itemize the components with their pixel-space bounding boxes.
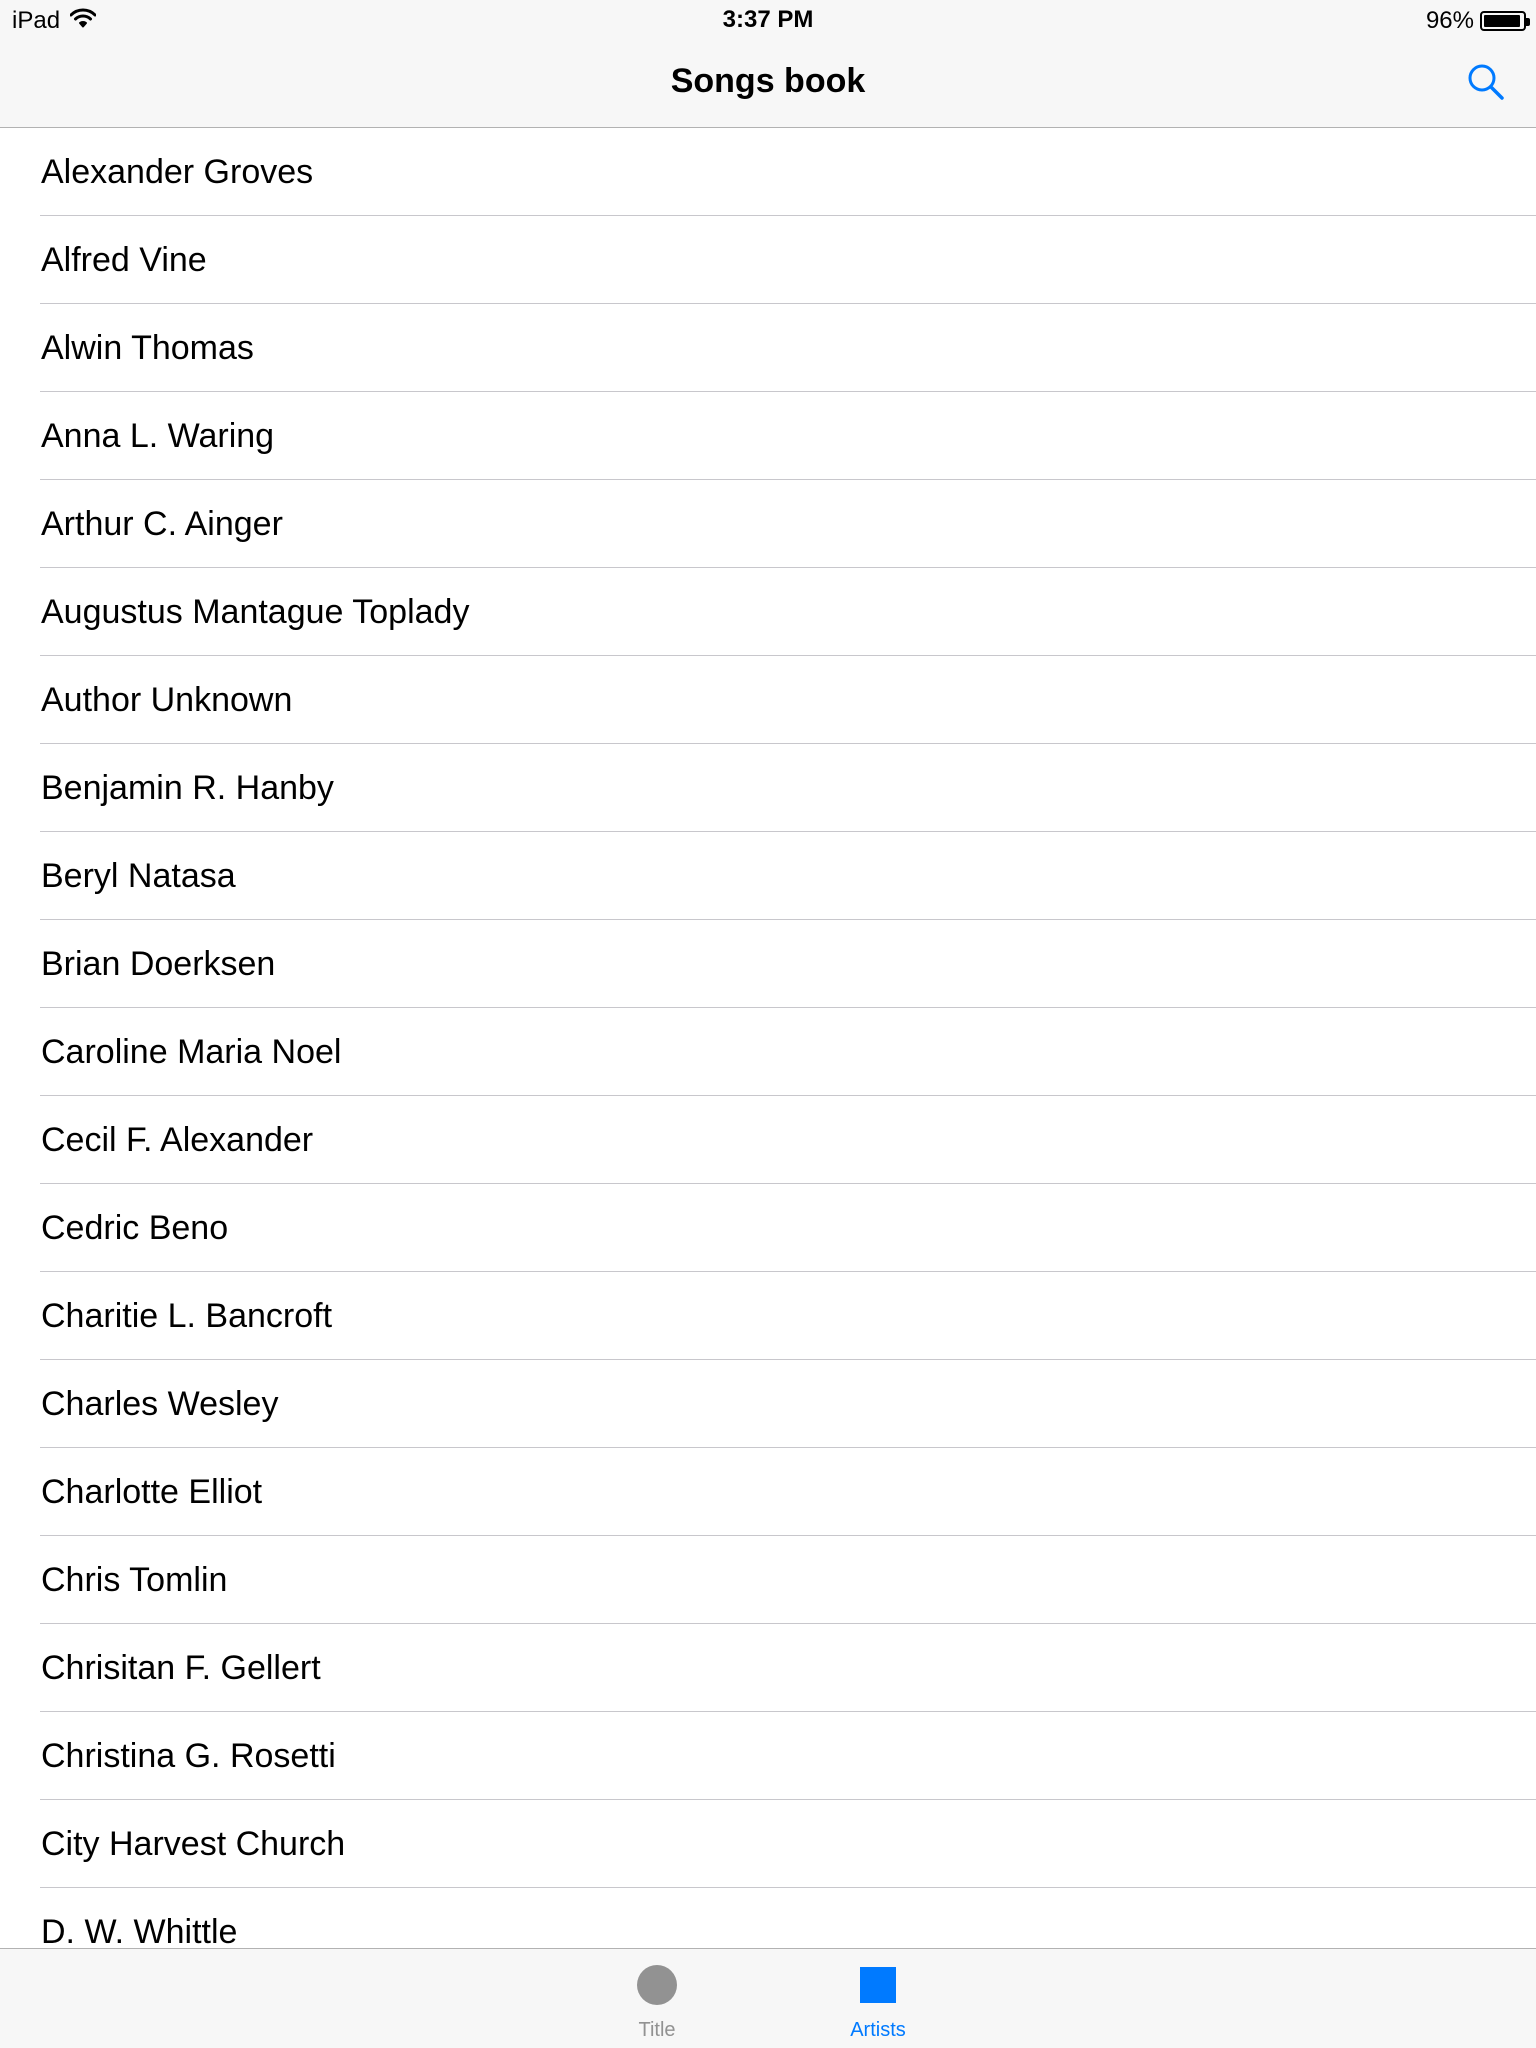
circle-icon: [637, 1965, 677, 2005]
artist-name: Cecil F. Alexander: [41, 1121, 314, 1159]
artist-name: Brian Doerksen: [41, 945, 276, 983]
status-bar: iPad 3:37 PM 96%: [0, 0, 1536, 40]
list-item[interactable]: Arthur C. Ainger: [0, 480, 1536, 568]
artist-name: Charlotte Elliot: [41, 1473, 263, 1511]
list-item[interactable]: Cedric Beno: [0, 1184, 1536, 1272]
artist-name: Anna L. Waring: [41, 417, 275, 455]
artist-name: Christina G. Rosetti: [41, 1737, 336, 1775]
navigation-bar: Songs book: [0, 40, 1536, 128]
artist-name: Charles Wesley: [41, 1385, 279, 1423]
battery-percent: 96%: [1425, 7, 1474, 34]
list-item[interactable]: Beryl Natasa: [0, 832, 1536, 920]
list-item[interactable]: Alwin Thomas: [0, 304, 1536, 392]
artist-name: D. W. Whittle: [41, 1913, 238, 1948]
artist-name: Chris Tomlin: [41, 1561, 228, 1599]
artist-name: Benjamin R. Hanby: [41, 769, 334, 807]
battery-fill: [1484, 15, 1521, 27]
tab-title-label: Title: [638, 2019, 676, 2041]
list-item[interactable]: Augustus Mantague Toplady: [0, 568, 1536, 656]
artist-name: Arthur C. Ainger: [41, 505, 283, 543]
battery-icon: [1480, 11, 1530, 31]
artist-name: Beryl Natasa: [41, 857, 236, 895]
list-item[interactable]: Charles Wesley: [0, 1360, 1536, 1448]
search-icon: [1466, 62, 1506, 107]
list-item[interactable]: Chrisitan F. Gellert: [0, 1624, 1536, 1712]
list-item[interactable]: Charlotte Elliot: [0, 1448, 1536, 1536]
app-root: iPad 3:37 PM 96% Songs book Alexander Gr…: [0, 0, 1536, 2048]
list-item[interactable]: Alexander Groves: [0, 128, 1536, 216]
list-item[interactable]: Alfred Vine: [0, 216, 1536, 304]
battery-tip: [1526, 18, 1530, 26]
list-item[interactable]: Author Unknown: [0, 656, 1536, 744]
list-item[interactable]: Christina G. Rosetti: [0, 1712, 1536, 1800]
tab-bar: Title Artists: [0, 1948, 1536, 2048]
list-item[interactable]: Charitie L. Bancroft: [0, 1272, 1536, 1360]
list-item[interactable]: City Harvest Church: [0, 1800, 1536, 1888]
list-item[interactable]: Anna L. Waring: [0, 392, 1536, 480]
tab-artists[interactable]: Artists: [808, 1949, 948, 2048]
artist-name: Augustus Mantague Toplady: [41, 593, 470, 631]
artist-list[interactable]: Alexander Groves Alfred Vine Alwin Thomas A…: [0, 128, 1536, 1948]
page-title: Songs book: [670, 62, 866, 100]
tab-artists-icon-wrap: [808, 1965, 948, 2005]
artist-name: Alwin Thomas: [41, 329, 254, 367]
tab-artists-label: Artists: [850, 2019, 906, 2041]
artist-name: Author Unknown: [41, 681, 293, 719]
artist-name: Caroline Maria Noel: [41, 1033, 342, 1071]
list-item[interactable]: Caroline Maria Noel: [0, 1008, 1536, 1096]
list-item[interactable]: Cecil F. Alexander: [0, 1096, 1536, 1184]
square-icon: [860, 1967, 896, 2003]
tab-title-icon-wrap: [587, 1965, 727, 2005]
artist-name: Alexander Groves: [41, 153, 314, 191]
status-right: 96%: [1425, 6, 1530, 36]
list-item[interactable]: Brian Doerksen: [0, 920, 1536, 1008]
list-item[interactable]: Benjamin R. Hanby: [0, 744, 1536, 832]
tab-title[interactable]: Title: [587, 1949, 727, 2048]
artist-name: Cedric Beno: [41, 1209, 229, 1247]
artist-name: Alfred Vine: [41, 241, 207, 279]
list-item[interactable]: Chris Tomlin: [0, 1536, 1536, 1624]
artist-name: Charitie L. Bancroft: [41, 1297, 333, 1335]
status-time: 3:37 PM: [722, 6, 814, 33]
search-button[interactable]: [1462, 60, 1510, 108]
artist-name: City Harvest Church: [41, 1825, 346, 1863]
artist-name: Chrisitan F. Gellert: [41, 1649, 321, 1687]
list-item[interactable]: D. W. Whittle: [0, 1888, 1536, 1948]
